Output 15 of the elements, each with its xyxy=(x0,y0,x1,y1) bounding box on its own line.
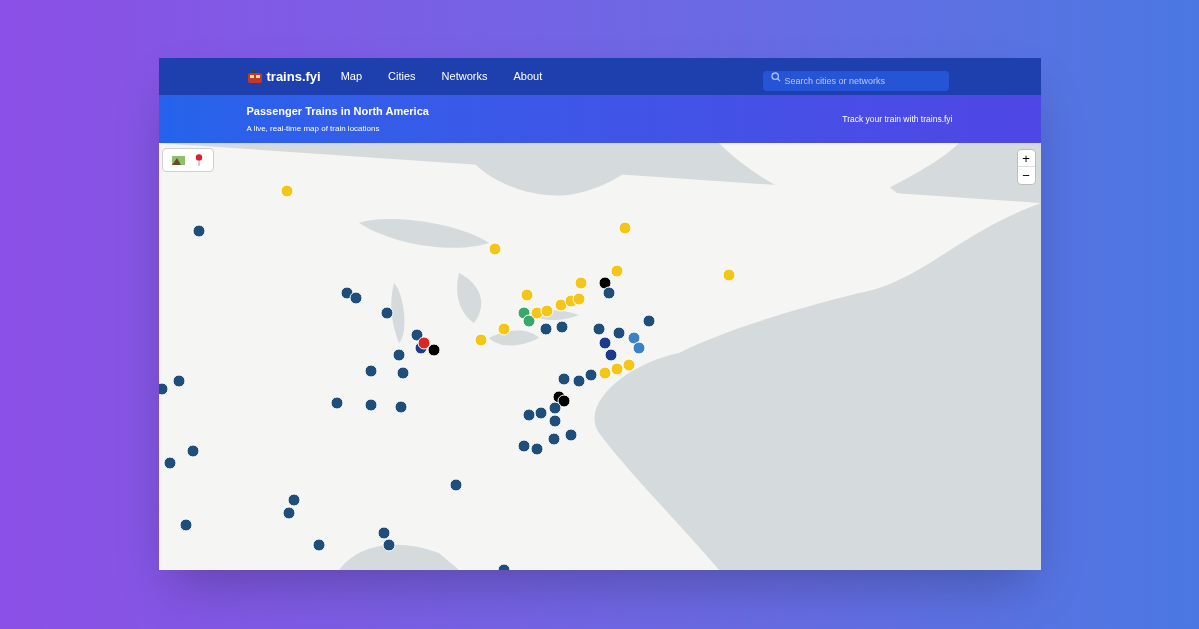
nav-link[interactable]: Cities xyxy=(388,68,416,85)
map-icon[interactable] xyxy=(171,155,185,165)
search-icon xyxy=(770,71,781,82)
train-logo-icon xyxy=(246,68,263,85)
zoom-button[interactable]: + xyxy=(1017,150,1035,167)
nav-link[interactable]: About xyxy=(513,68,543,85)
banner-title: Passenger Trains in North America xyxy=(246,104,429,120)
zoom-button[interactable]: − xyxy=(1017,167,1035,184)
track-link[interactable]: Track your train with trains.fyi xyxy=(842,112,953,126)
nav-link[interactable]: Map xyxy=(340,68,363,85)
search-field[interactable]: Search cities or networks xyxy=(762,70,949,91)
pin-icon[interactable] xyxy=(195,154,204,166)
banner-subtitle: A live, real-time map of train locations xyxy=(246,122,381,135)
nav-link[interactable]: Networks xyxy=(441,68,488,85)
brand-name[interactable]: trains.fyi xyxy=(266,66,321,87)
